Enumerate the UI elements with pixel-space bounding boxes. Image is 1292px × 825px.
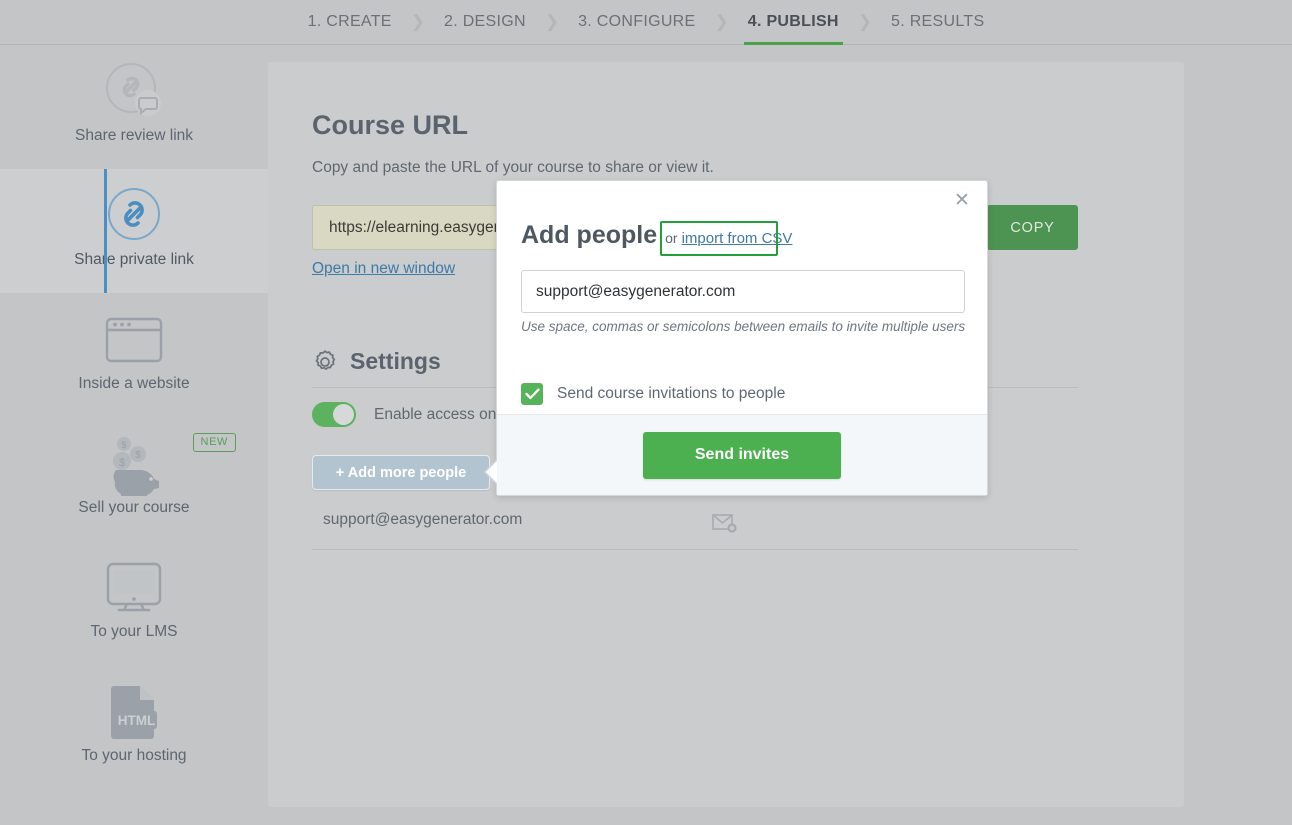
svg-text:$: $ (135, 450, 141, 461)
mail-pending-icon[interactable] (712, 512, 738, 534)
step-results[interactable]: 5. RESULTS (877, 0, 998, 45)
enable-access-toggle[interactable] (312, 402, 356, 427)
step-design[interactable]: 2. DESIGN (430, 0, 540, 45)
sidebar-item-label: Share private link (74, 251, 194, 269)
person-email: support@easygenerator.com (323, 511, 522, 529)
modal-or-text: or (665, 230, 677, 246)
svg-text:HTML: HTML (118, 713, 156, 728)
sidebar-item-label: To your LMS (90, 623, 177, 641)
page-title: Course URL (312, 110, 468, 141)
step-publish[interactable]: 4. PUBLISH (734, 0, 853, 45)
sidebar-item-share-review-link[interactable]: Share review link (0, 45, 268, 169)
chevron-right-icon: ❯ (710, 12, 734, 32)
monitor-icon (103, 555, 165, 621)
modal-footer: Send invites (497, 414, 987, 495)
table-row: support@easygenerator.com (312, 498, 1078, 550)
email-hint-text: Use space, commas or semicolons between … (521, 319, 965, 334)
gear-icon (312, 349, 338, 375)
sidebar-item-to-your-hosting[interactable]: HTML To your hosting (0, 665, 268, 789)
sidebar-item-label: Share review link (75, 127, 193, 145)
link-icon (102, 183, 166, 249)
chevron-right-icon: ❯ (540, 12, 564, 32)
step-configure[interactable]: 3. CONFIGURE (564, 0, 709, 45)
modal-heading: Add people or import from CSV (521, 221, 792, 250)
new-badge: NEW (193, 433, 236, 452)
send-invitations-checkbox[interactable] (521, 383, 543, 405)
sidebar-item-label: Inside a website (78, 375, 189, 393)
svg-text:$: $ (121, 440, 126, 450)
email-field[interactable]: support@easygenerator.com (521, 270, 965, 313)
step-label: 2. DESIGN (444, 13, 526, 31)
toggle-label: Enable access only f (374, 406, 516, 424)
svg-text:$: $ (119, 457, 125, 469)
step-navigation: 1. CREATE ❯ 2. DESIGN ❯ 3. CONFIGURE ❯ 4… (0, 0, 1292, 45)
checkbox-label: Send course invitations to people (557, 385, 785, 403)
piggy-bank-icon: $ $ $ (96, 431, 172, 497)
sidebar-item-label: To your hosting (81, 747, 186, 765)
step-label: 5. RESULTS (891, 13, 984, 31)
browser-window-icon (103, 307, 165, 373)
step-list: 1. CREATE ❯ 2. DESIGN ❯ 3. CONFIGURE ❯ 4… (294, 0, 999, 45)
chevron-right-icon: ❯ (853, 12, 877, 32)
step-label: 1. CREATE (308, 13, 392, 31)
html-file-icon: HTML (104, 679, 164, 745)
step-create[interactable]: 1. CREATE (294, 0, 406, 45)
send-invites-button[interactable]: Send invites (643, 432, 841, 479)
sidebar: Share review link Share private link (0, 45, 268, 825)
toggle-knob (333, 404, 354, 425)
copy-url-button[interactable]: COPY (987, 205, 1078, 250)
sidebar-item-inside-a-website[interactable]: Inside a website (0, 293, 268, 417)
access-toggle-row: Enable access only f (312, 402, 516, 427)
link-comment-icon (102, 59, 166, 125)
sidebar-item-sell-your-course[interactable]: NEW $ $ $ Sell your course (0, 417, 268, 541)
page-subtitle: Copy and paste the URL of your course to… (312, 159, 714, 177)
step-label: 4. PUBLISH (748, 13, 839, 31)
chevron-right-icon: ❯ (406, 12, 430, 32)
close-icon[interactable]: ✕ (949, 187, 975, 213)
settings-title: Settings (350, 348, 441, 375)
import-from-csv-link[interactable]: import from CSV (682, 230, 793, 247)
add-more-people-button[interactable]: + Add more people (312, 455, 490, 490)
send-invitations-checkbox-row[interactable]: Send course invitations to people (521, 383, 785, 405)
open-in-new-window-link[interactable]: Open in new window (312, 260, 455, 278)
sidebar-item-share-private-link[interactable]: Share private link (0, 169, 268, 293)
sidebar-item-label: Sell your course (78, 499, 189, 517)
sidebar-item-to-your-lms[interactable]: To your LMS (0, 541, 268, 665)
app-root: 1. CREATE ❯ 2. DESIGN ❯ 3. CONFIGURE ❯ 4… (0, 0, 1292, 825)
step-label: 3. CONFIGURE (578, 13, 695, 31)
add-people-modal: ✕ Add people or import from CSV support@… (496, 180, 988, 496)
settings-heading: Settings (312, 348, 441, 375)
modal-title: Add people (521, 221, 657, 250)
